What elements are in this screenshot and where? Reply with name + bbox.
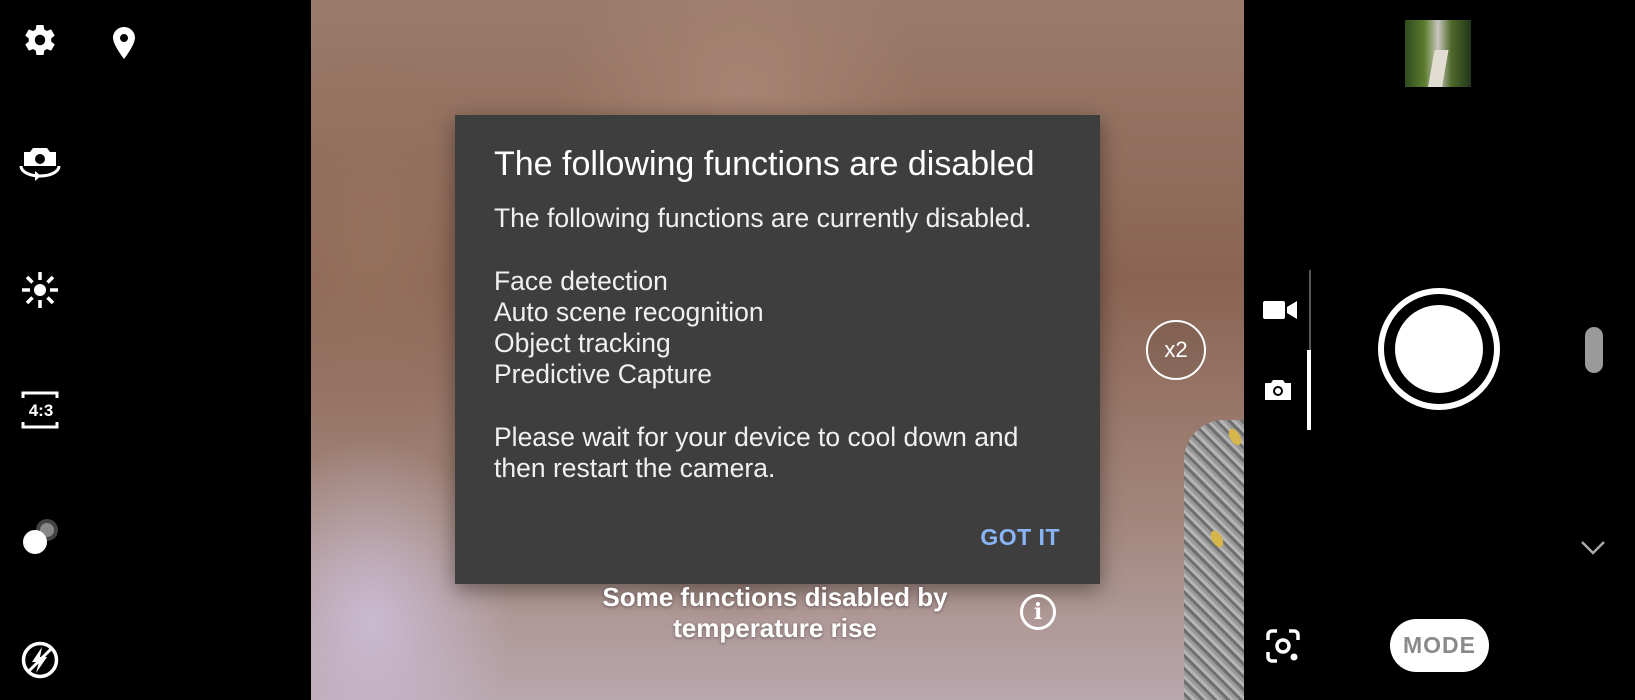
aspect-ratio-icon[interactable]: 4:3	[20, 390, 62, 432]
brightness-icon[interactable]	[18, 268, 62, 312]
bokeh-icon[interactable]	[20, 515, 64, 559]
mode-button[interactable]: MODE	[1390, 619, 1489, 672]
gear-icon[interactable]	[20, 20, 60, 60]
thumbnail-path	[1427, 50, 1449, 87]
got-it-button[interactable]: GOT IT	[980, 524, 1060, 551]
photo-camera-icon[interactable]	[1262, 376, 1294, 404]
mode-scroll-handle[interactable]	[1585, 327, 1603, 373]
mode-selected-indicator	[1307, 350, 1311, 430]
google-lens-icon[interactable]	[1264, 627, 1302, 665]
viewfinder-gravel	[1184, 420, 1244, 700]
chevron-down-icon[interactable]	[1580, 538, 1606, 558]
mode-divider	[1309, 270, 1311, 350]
disabled-functions-dialog: The following functions are disabled The…	[455, 115, 1100, 584]
gallery-thumbnail[interactable]	[1405, 20, 1471, 87]
shutter-button-core[interactable]	[1395, 305, 1483, 393]
flash-auto-icon[interactable]	[20, 640, 60, 680]
location-pin-icon[interactable]	[108, 24, 140, 62]
left-toolbar	[0, 0, 311, 700]
info-icon[interactable]: i	[1020, 594, 1056, 630]
aspect-ratio-label: 4:3	[28, 401, 54, 420]
info-icon-glyph: i	[1033, 599, 1043, 625]
switch-camera-icon[interactable]	[16, 142, 64, 184]
dialog-message: The following functions are currently di…	[494, 203, 1032, 484]
dialog-title: The following functions are disabled	[494, 145, 1035, 183]
zoom-x2-button[interactable]: x2	[1146, 320, 1206, 380]
temperature-warning: Some functions disabled by temperature r…	[602, 582, 948, 643]
video-camera-icon[interactable]	[1262, 296, 1298, 324]
